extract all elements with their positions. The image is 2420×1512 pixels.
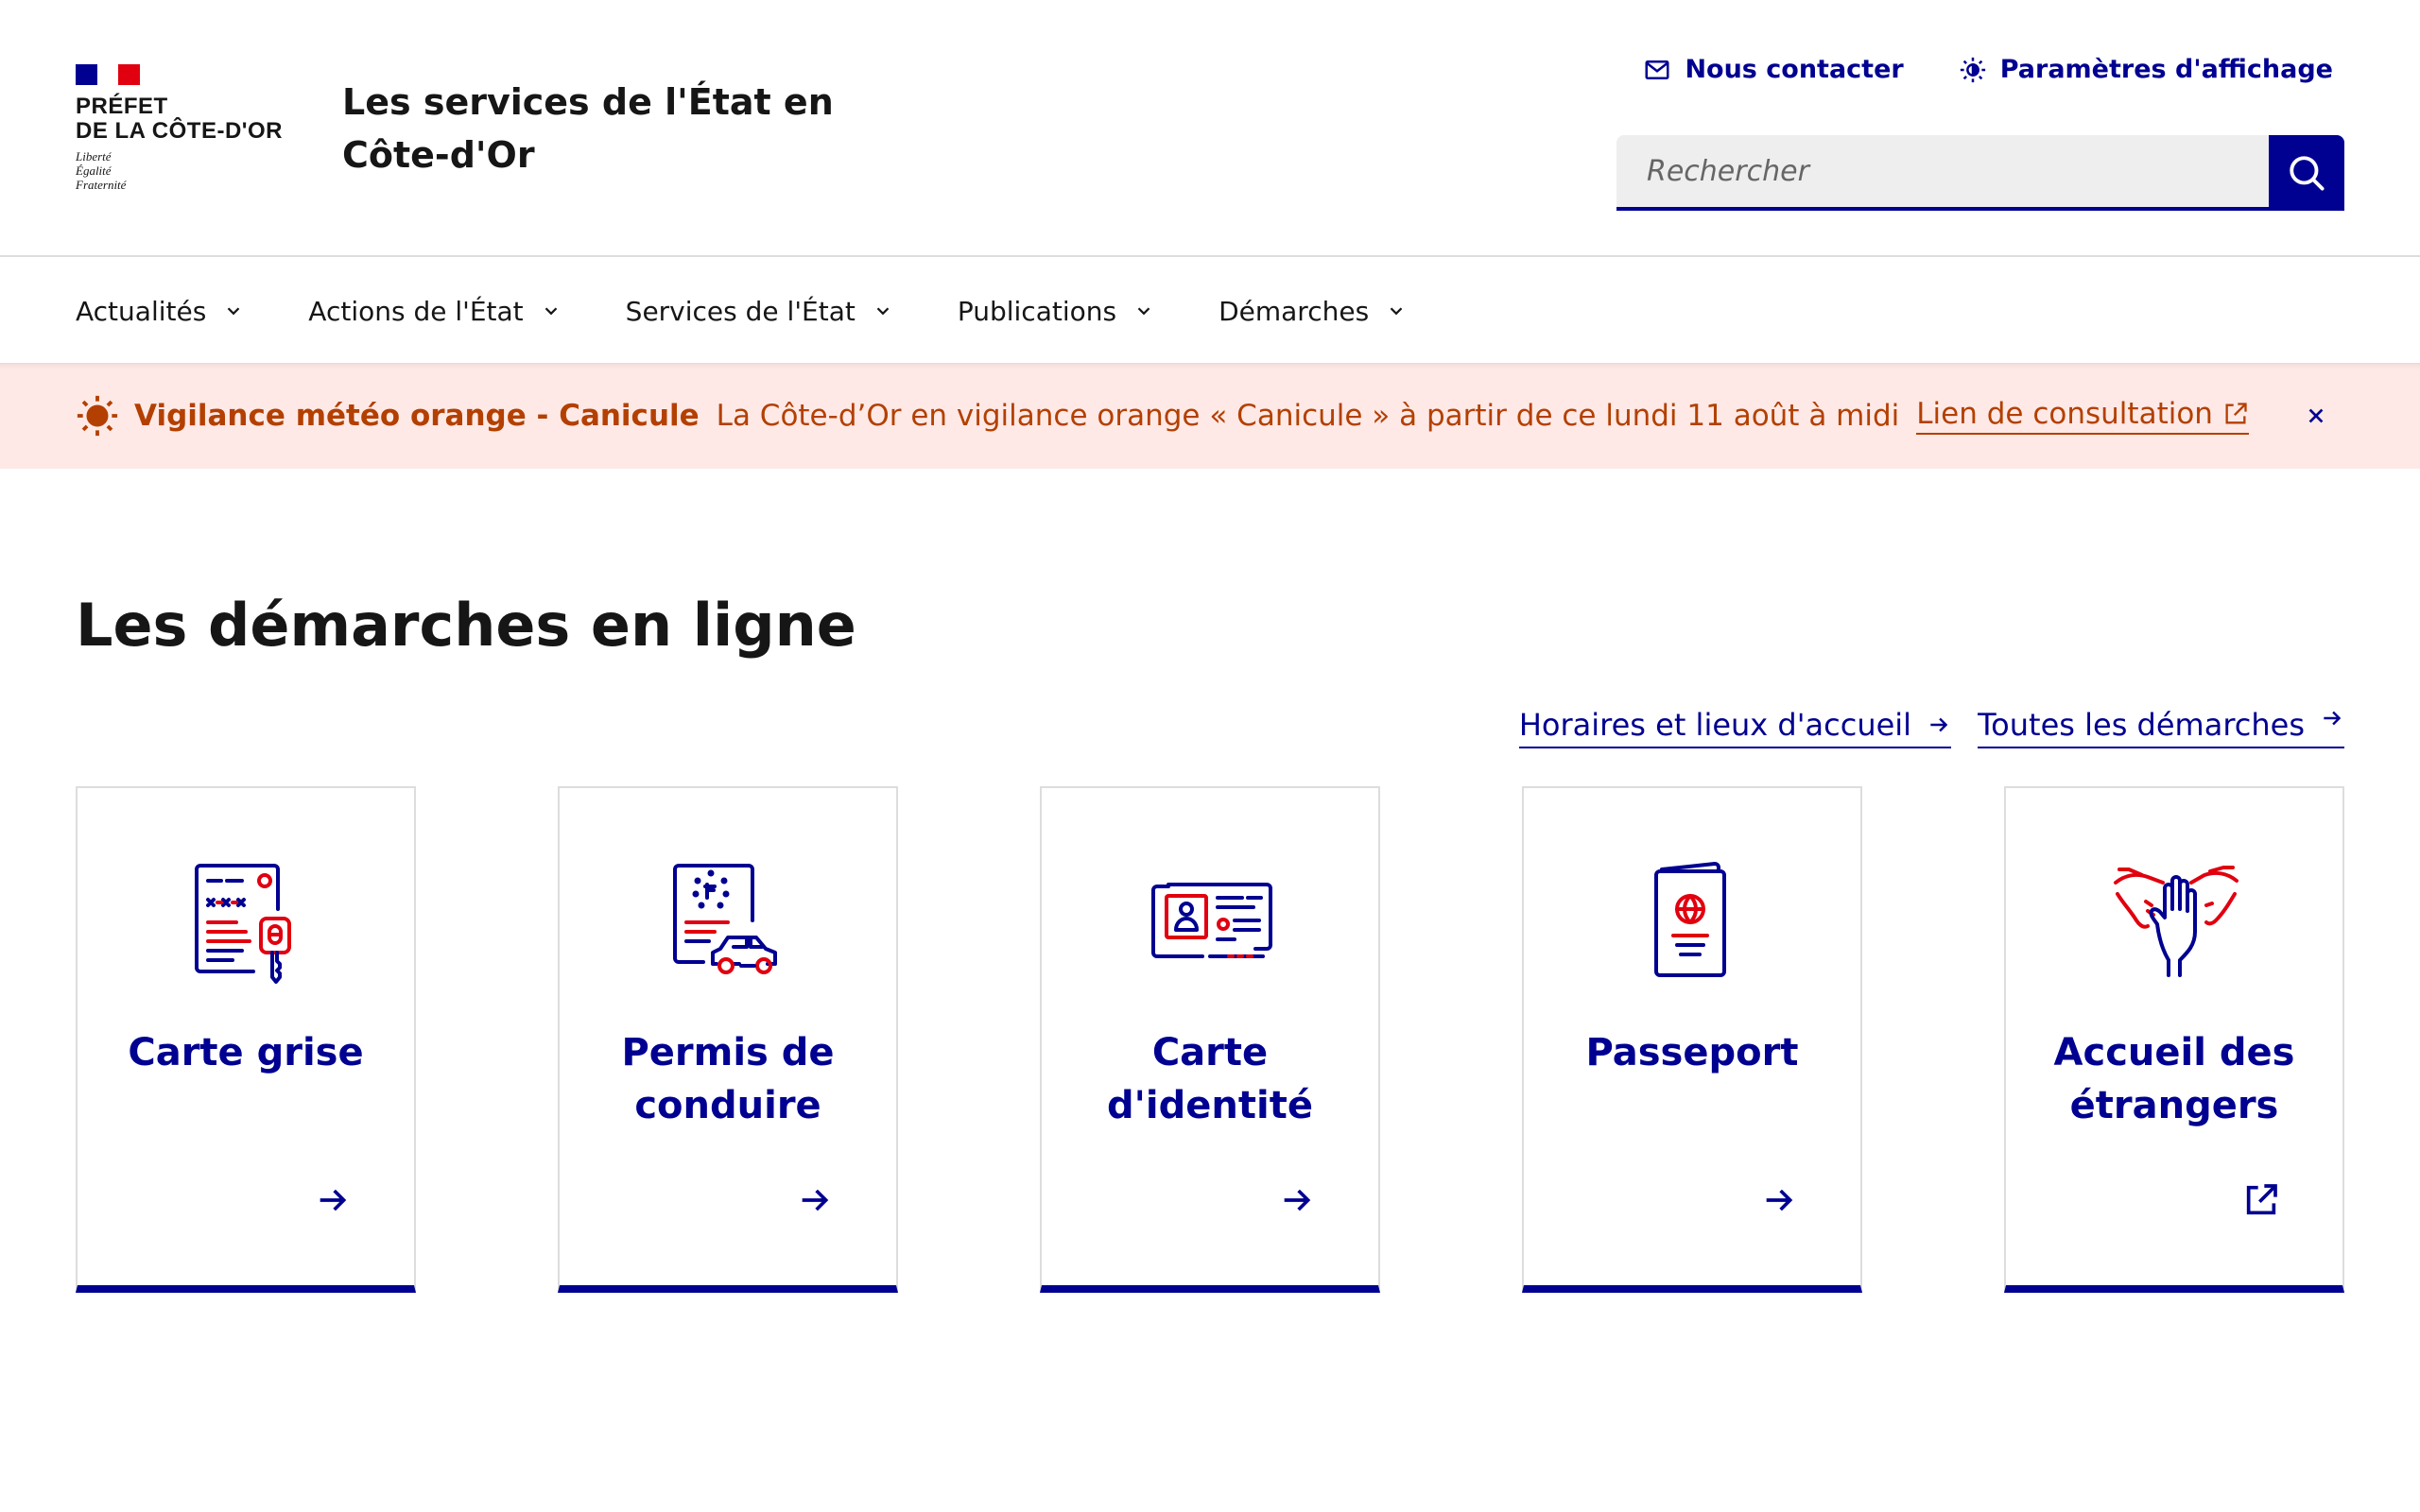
passport-icon — [1654, 862, 1726, 977]
all-procedures-link[interactable]: Toutes les démarches — [1978, 707, 2344, 748]
search-button[interactable] — [2269, 135, 2344, 211]
page-title: Les démarches en ligne — [76, 591, 856, 660]
search-icon — [2290, 156, 2325, 191]
id-card-icon — [1151, 883, 1272, 958]
alert-title: Vigilance météo orange - Canicule — [134, 399, 700, 433]
sun-warning-icon — [77, 395, 118, 437]
chevron-down-icon — [227, 307, 240, 316]
service-title[interactable]: Les services de l'État en Côte-d'Or — [342, 76, 872, 181]
header-tools: Nous contacter Paramètres d'affichage — [1643, 55, 2333, 84]
card-carte-grise[interactable]: Carte grise — [76, 786, 416, 1293]
nav-item-publications[interactable]: Publications — [958, 296, 1154, 327]
motto-liberte: Liberté — [76, 149, 112, 163]
display-settings-label: Paramètres d'affichage — [1999, 55, 2333, 84]
alert-text: La Côte-d’Or en vigilance orange « Canic… — [716, 399, 1900, 433]
card-title: Carte d'identité — [1107, 1031, 1313, 1127]
chevron-down-icon — [1137, 307, 1150, 316]
card-accueil-etrangers[interactable]: Accueil des étrangers — [2004, 786, 2344, 1293]
main-navigation: Actualités Actions de l'État Services de… — [0, 259, 2420, 363]
opening-hours-link[interactable]: Horaires et lieux d'accueil — [1518, 707, 1952, 748]
arrow-right-icon — [1930, 717, 1948, 732]
alert-link-label: Lien de consultation — [1916, 397, 2213, 431]
motto-egalite: Égalité — [76, 163, 112, 178]
all-procedures-label: Toutes les démarches — [1978, 707, 2305, 743]
arrow-right-icon — [1284, 1189, 1311, 1211]
republic-flag-logo[interactable] — [76, 64, 141, 85]
nav-item-services-etat[interactable]: Services de l'État — [626, 296, 893, 327]
welcome-hands-icon — [2114, 866, 2238, 977]
arrow-right-icon — [802, 1189, 829, 1211]
weather-alert-banner: Vigilance météo orange - Canicule La Côt… — [0, 363, 2420, 469]
alert-close-button[interactable] — [2299, 399, 2333, 433]
card-title: Accueil des étrangers — [2053, 1031, 2295, 1127]
contact-link[interactable]: Nous contacter — [1643, 55, 1904, 84]
nav-item-label: Services de l'État — [625, 295, 856, 327]
sun-icon — [1960, 57, 1985, 82]
card-title: Permis de conduire — [621, 1031, 835, 1127]
prefecture-logo-text[interactable]: PRÉFET DE LA CÔTE-D'OR — [76, 94, 283, 144]
driving-license-icon — [673, 864, 777, 974]
site-header: PRÉFET DE LA CÔTE-D'OR Liberté Égalité F… — [0, 0, 2420, 257]
mail-icon — [1645, 60, 1669, 79]
chevron-down-icon — [544, 307, 557, 316]
arrow-right-icon — [1766, 1189, 1793, 1211]
nav-item-label: Démarches — [1219, 295, 1370, 327]
chevron-down-icon — [1390, 307, 1403, 316]
opening-hours-label: Horaires et lieux d'accueil — [1518, 707, 1912, 743]
close-icon — [2308, 408, 2324, 423]
nav-item-label: Actions de l'État — [308, 295, 524, 327]
arrow-right-icon — [320, 1189, 347, 1211]
car-registration-icon — [195, 864, 291, 984]
nav-item-actualites[interactable]: Actualités — [76, 296, 244, 327]
nav-item-actions-etat[interactable]: Actions de l'État — [308, 296, 561, 327]
nav-item-demarches[interactable]: Démarches — [1219, 296, 1407, 327]
search-bar — [1616, 135, 2344, 211]
nav-item-label: Actualités — [76, 295, 207, 327]
republic-motto: Liberté Égalité Fraternité — [76, 149, 126, 192]
arrow-right-icon — [2324, 711, 2342, 726]
chevron-down-icon — [876, 307, 890, 316]
display-settings-link[interactable]: Paramètres d'affichage — [1959, 55, 2333, 84]
nav-item-label: Publications — [957, 295, 1117, 327]
alert-consultation-link[interactable]: Lien de consultation — [1916, 397, 2249, 435]
external-link-icon — [2246, 1184, 2277, 1215]
card-carte-identite[interactable]: Carte d'identité — [1040, 786, 1380, 1293]
contact-label: Nous contacter — [1685, 55, 1904, 84]
motto-fraternite: Fraternité — [76, 178, 127, 192]
procedure-cards: Carte grise Permis de conduire Carte d'i… — [76, 786, 2344, 1293]
card-passeport[interactable]: Passeport — [1522, 786, 1862, 1293]
external-link-icon — [2225, 403, 2247, 424]
search-input[interactable] — [1616, 135, 2269, 211]
card-permis-de-conduire[interactable]: Permis de conduire — [558, 786, 898, 1293]
logo-line-2: DE LA CÔTE-D'OR — [76, 118, 283, 144]
card-title: Passeport — [1585, 1031, 1799, 1074]
card-title: Carte grise — [128, 1031, 364, 1074]
logo-line-1: PRÉFET — [76, 94, 168, 119]
quick-links: Horaires et lieux d'accueil Toutes les d… — [1518, 707, 2344, 748]
